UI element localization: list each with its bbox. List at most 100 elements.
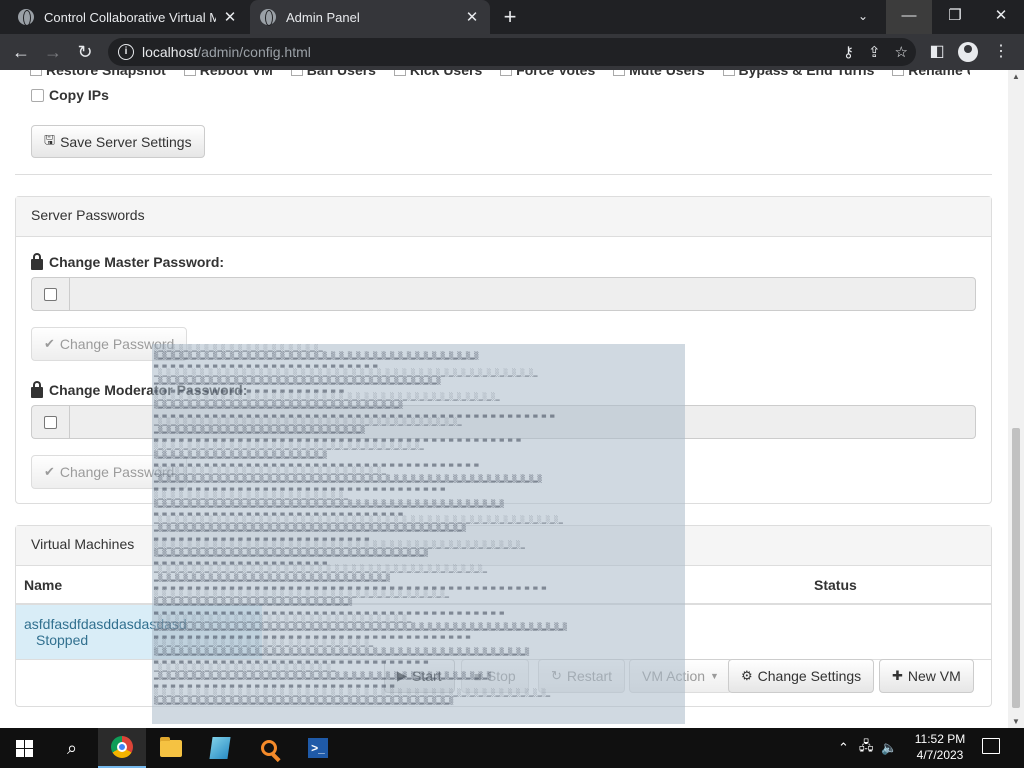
new-tab-button[interactable]: + (498, 5, 522, 29)
taskbar-file-explorer[interactable] (147, 728, 195, 768)
table-row[interactable]: asfdfasdfdasddasdasdasd Stopped (16, 604, 991, 660)
chevron-up-icon[interactable]: ⌃ (838, 740, 849, 756)
start-vm-button[interactable]: ▶ Start (384, 659, 455, 693)
panel-heading: Virtual Machines (16, 526, 991, 566)
save-button-label: Save Server Settings (60, 133, 192, 150)
scroll-up-icon[interactable]: ▲ (1012, 72, 1020, 81)
windows-taskbar: ⌕ >_ ⌃ 🖧 🔈 11:52 PM 4/7/2023 (0, 728, 1024, 768)
moderator-password-input[interactable] (69, 405, 976, 439)
master-password-group (31, 277, 976, 311)
address-bar[interactable]: i localhost/admin/config.html ⚷ ⇪ ☆ (108, 38, 916, 66)
moderator-password-toggle[interactable] (31, 405, 69, 439)
network-icon[interactable]: 🖧 (859, 737, 874, 759)
vm-action-dropdown[interactable]: VM Action ▼ (629, 659, 732, 693)
profile-avatar-icon[interactable] (958, 42, 978, 62)
terminal-line: ▃ ▃ ▃ ▃ ▃ ▃ ▃ ▃ ▃ ▃ ▃ ▃ ▃ ▃ ▃ ▃ ▃ ▃ ▃ ▃ … (154, 508, 403, 517)
option-bypass-end-turns[interactable]: Bypass & End Turns (722, 70, 874, 78)
powershell-icon: >_ (308, 738, 328, 758)
copy-ips-option[interactable]: Copy IPs (31, 87, 109, 103)
close-window-button[interactable]: ✕ (978, 0, 1024, 34)
search-icon[interactable]: ⌕ (48, 728, 96, 768)
refresh-icon: ↻ (551, 668, 562, 683)
back-icon[interactable]: ← (8, 39, 34, 65)
master-password-toggle[interactable] (31, 277, 69, 311)
tab-admin-panel[interactable]: Admin Panel ✕ (250, 0, 490, 34)
browser-tab-bar: Control Collaborative Virtual Mac ✕ Admi… (0, 0, 1024, 34)
scroll-down-icon[interactable]: ▼ (1012, 717, 1020, 726)
new-vm-button[interactable]: ✚ New VM (879, 659, 974, 693)
chrome-icon (111, 736, 133, 758)
taskbar-powershell[interactable]: >_ (294, 728, 342, 768)
master-password-input[interactable] (69, 277, 976, 311)
copy-ips-checkbox[interactable] (31, 88, 44, 102)
taskbar-chrome[interactable] (98, 728, 146, 768)
tab-search-icon[interactable]: ⌄ (840, 0, 886, 34)
column-header-name: Name (16, 566, 806, 605)
vm-row-cell[interactable]: asfdfasdfdasddasdasdasd Stopped (16, 604, 806, 660)
taskbar-clock[interactable]: 11:52 PM 4/7/2023 (910, 731, 970, 763)
copy-ips-label: Copy IPs (49, 87, 109, 103)
change-settings-button[interactable]: ⚙ Change Settings (728, 659, 875, 693)
checkbox[interactable] (44, 287, 57, 301)
vm-status: Stopped (36, 632, 89, 648)
browser-toolbar: ← → ↻ i localhost/admin/config.html ⚷ ⇪ … (0, 34, 1024, 70)
scrollbar-thumb[interactable] (1012, 428, 1020, 708)
change-master-password-button[interactable]: ✔ Change Password (31, 327, 188, 361)
check-icon: ✔ (44, 336, 55, 351)
vm-status-cell (806, 604, 991, 660)
change-moderator-password-button[interactable]: ✔ Change Password (31, 455, 188, 489)
panel-divider (15, 174, 992, 175)
side-panel-icon[interactable]: ◧ (924, 39, 950, 65)
reload-icon[interactable]: ↻ (72, 39, 98, 65)
virtual-machines-panel: Virtual Machines Name Status asfdfasdfda… (15, 525, 992, 707)
check-icon: ✔ (44, 464, 55, 479)
vm-name: asfdfasdfdasddasdasdasd (24, 616, 187, 632)
site-info-icon[interactable]: i (118, 44, 134, 60)
caret-down-icon: ▼ (710, 671, 719, 681)
close-tab-icon[interactable]: ✕ (464, 8, 480, 26)
option-restore-snapshot[interactable]: Restore Snapshot (30, 70, 166, 78)
option-rename-users[interactable]: Rename Users (892, 70, 970, 78)
minimize-button[interactable]: — (886, 0, 932, 34)
terminal-line: ▁░▁░▁░▁░▁░▁░▁░▁░▁░▁░▁░▁░▁░▁░▁░▁░▁░▁░▁░▁░… (154, 516, 563, 525)
magnifier-app-icon (261, 740, 277, 756)
play-icon: ▶ (397, 668, 407, 683)
taskbar-notepad[interactable] (196, 728, 244, 768)
plus-icon: ✚ (892, 668, 903, 683)
moderator-password-group (31, 405, 976, 439)
clock-time: 11:52 PM (914, 732, 966, 746)
server-passwords-panel: Server Passwords Change Master Password:… (15, 196, 992, 504)
page-viewport: Restore Snapshot Reboot VM Ban Users Kic… (0, 70, 1024, 728)
option-kick-users[interactable]: Kick Users (393, 70, 482, 78)
vm-table: Name Status asfdfasdfdasddasdasdasd Stop… (16, 566, 991, 660)
volume-icon[interactable]: 🔈 (881, 740, 897, 756)
menu-kebab-icon[interactable]: ⋮ (988, 39, 1014, 65)
system-tray: ⌃ 🖧 🔈 (838, 728, 898, 768)
bookmark-star-icon[interactable]: ☆ (895, 43, 908, 61)
restore-button[interactable]: ❐ (932, 0, 978, 34)
stop-vm-button[interactable]: ■ Stop (461, 659, 529, 693)
url-host: localhost (142, 44, 198, 60)
start-button[interactable] (0, 728, 48, 768)
lock-icon (31, 380, 43, 398)
close-tab-icon[interactable]: ✕ (222, 8, 238, 26)
master-password-label: Change Master Password: (31, 252, 224, 270)
share-icon[interactable]: ⇪ (868, 43, 881, 61)
taskbar-search-app[interactable] (245, 728, 293, 768)
option-mute-users[interactable]: Mute Users (613, 70, 705, 78)
page-scrollbar[interactable]: ▲ ▼ (1008, 70, 1024, 728)
checkbox[interactable] (44, 415, 57, 429)
permission-options-row: Restore Snapshot Reboot VM Ban Users Kic… (30, 70, 970, 78)
notification-icon[interactable] (982, 738, 1000, 754)
column-header-status: Status (806, 566, 991, 605)
tab-control-collaborative[interactable]: Control Collaborative Virtual Mac ✕ (8, 0, 248, 34)
restart-vm-button[interactable]: ↻ Restart (538, 659, 626, 693)
key-icon[interactable]: ⚷ (843, 43, 854, 61)
option-reboot-vm[interactable]: Reboot VM (183, 70, 273, 78)
panel-heading: Server Passwords (16, 197, 991, 237)
option-ban-users[interactable]: Ban Users (290, 70, 376, 78)
save-server-settings-button[interactable]: 🖫 Save Server Settings (31, 125, 205, 158)
forward-icon[interactable]: → (40, 39, 66, 65)
notepad-icon (209, 737, 231, 759)
option-force-votes[interactable]: Force Votes (500, 70, 595, 78)
